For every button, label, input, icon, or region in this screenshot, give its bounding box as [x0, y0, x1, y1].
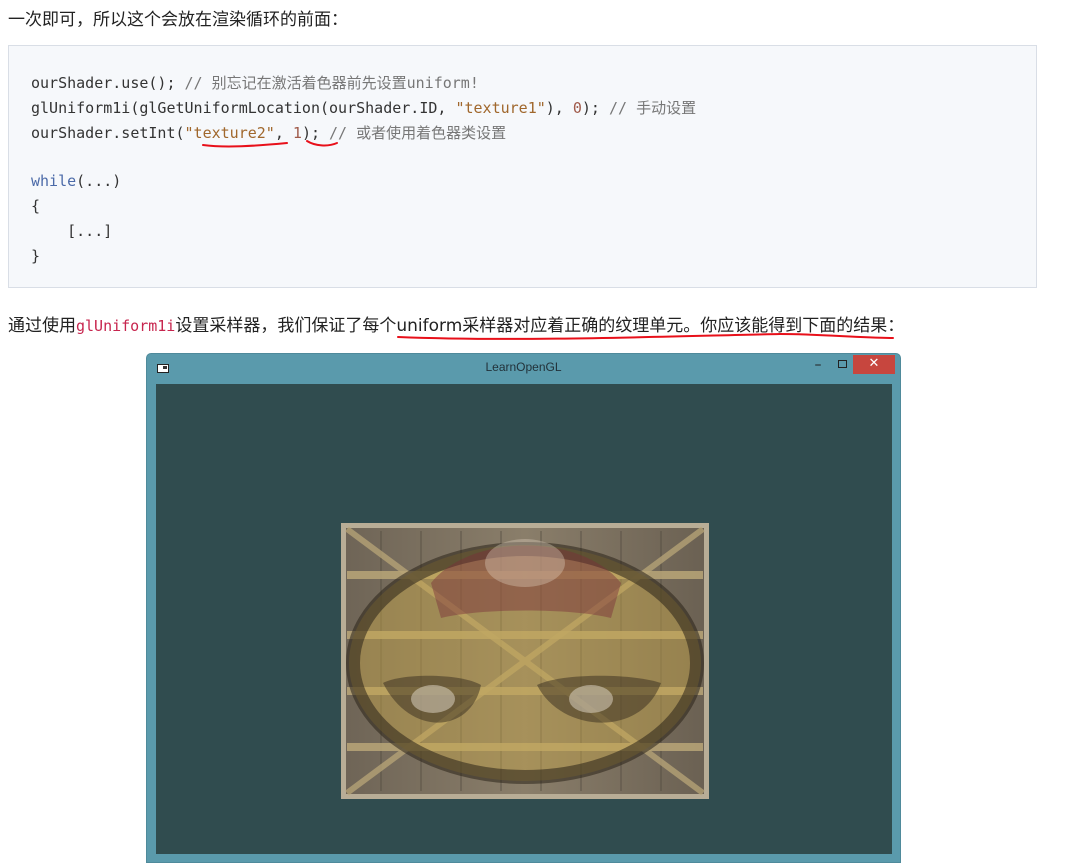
code-line-5: while(...): [31, 172, 121, 190]
code-line-8: }: [31, 247, 41, 265]
code-text: ourShader.use();: [31, 74, 185, 92]
code-line-3: ourShader.setInt("texture2", 1); // 或者使用…: [31, 122, 506, 143]
render-viewport: [156, 384, 892, 854]
minimize-button[interactable]: –: [807, 356, 829, 374]
code-number: 1: [292, 124, 302, 142]
result-paragraph: 通过使用glUniform1i设置采样器，我们保证了每个uniform采样器对应…: [8, 311, 904, 336]
code-comment: // 或者使用着色器类设置: [329, 124, 507, 142]
text: 通过使用: [8, 316, 76, 336]
textured-quad-image: [341, 523, 709, 799]
code-number: 0: [572, 99, 582, 117]
learnopengl-window: LearnOpenGL – ✕: [146, 353, 901, 863]
underlined-text: 每个uniform采样器对应着正确的纹理单元。你应该能得到: [362, 316, 803, 336]
text: 下面的结果：: [802, 316, 905, 336]
code-comment: // 手动设置: [608, 99, 697, 117]
code-string: "texture1": [455, 99, 546, 117]
code-text: ,: [274, 124, 293, 142]
code-line-1: ourShader.use(); // 别忘记在激活着色器前先设置uniform…: [31, 72, 479, 93]
inline-code: glUniform1i: [76, 317, 176, 335]
code-text: glUniform1i(glGetUniformLocation(ourShad…: [31, 99, 456, 117]
text: 设置采样器，我们保证了: [175, 316, 363, 336]
maximize-button[interactable]: [831, 356, 853, 374]
code-line-7: [...]: [31, 222, 113, 240]
window-title: LearnOpenGL: [485, 360, 562, 374]
code-string: "texture2": [184, 124, 275, 142]
code-block: ourShader.use(); // 别忘记在激活着色器前先设置uniform…: [8, 45, 1037, 288]
code-text: ourShader.setInt(: [31, 124, 185, 142]
code-line-2: glUniform1i(glGetUniformLocation(ourShad…: [31, 97, 696, 118]
code-text: );: [301, 124, 330, 142]
code-text: (...): [76, 172, 122, 190]
code-text: ),: [545, 99, 573, 117]
close-button[interactable]: ✕: [853, 355, 895, 374]
intro-paragraph: 一次即可，所以这个会放在渲染循环的前面：: [8, 10, 348, 30]
code-text: );: [581, 99, 609, 117]
code-line-6: {: [31, 197, 41, 215]
code-keyword: while: [31, 172, 77, 190]
code-comment: // 别忘记在激活着色器前先设置uniform!: [184, 74, 479, 92]
